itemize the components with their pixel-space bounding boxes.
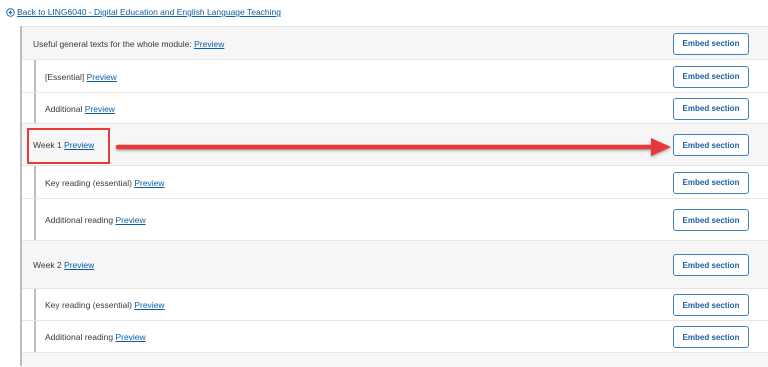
annotation-arrow: [115, 138, 671, 156]
